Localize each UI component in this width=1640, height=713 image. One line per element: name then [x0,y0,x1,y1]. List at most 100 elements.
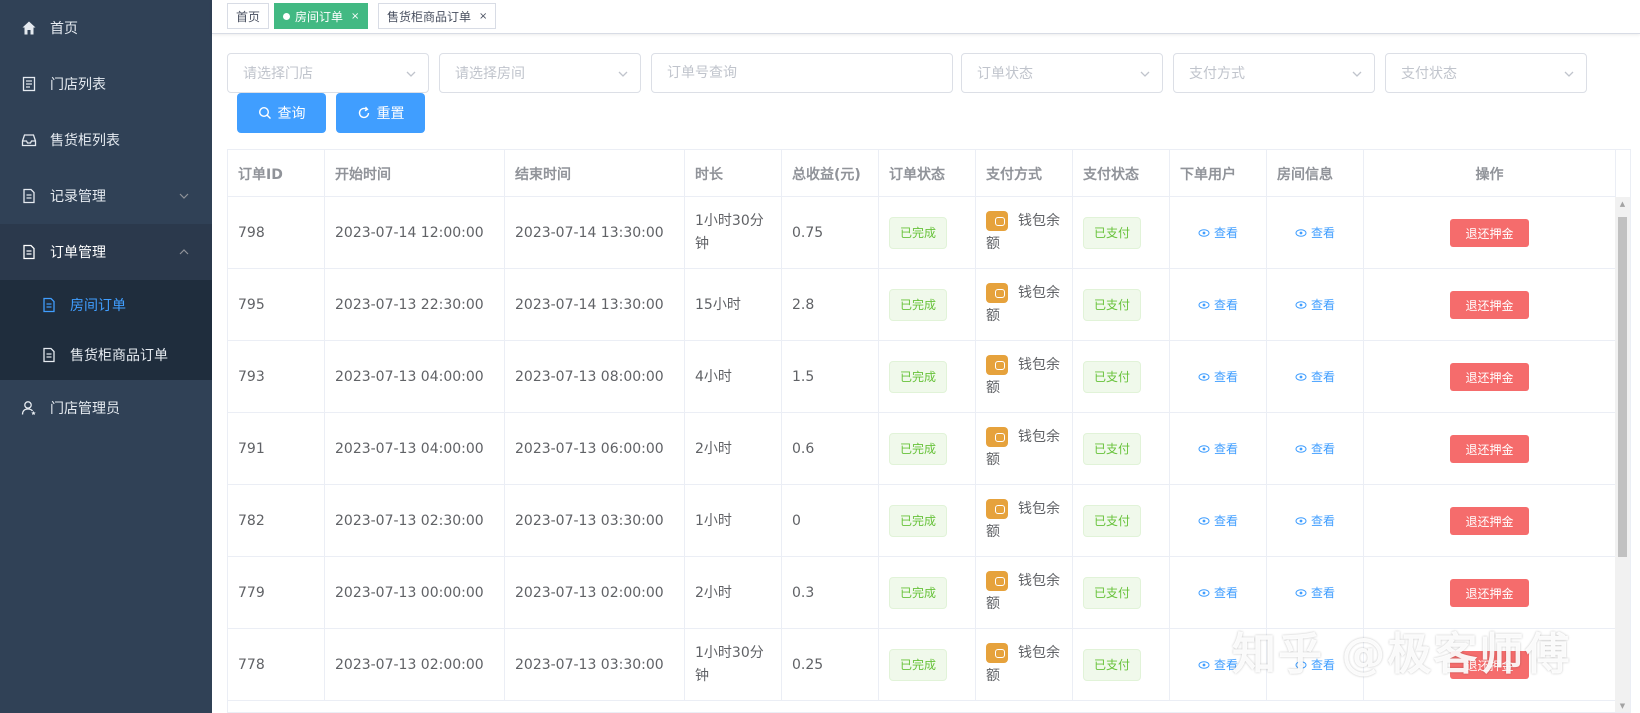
view-label: 查看 [1213,369,1238,384]
cell-order-id: 798 [228,197,325,269]
tag-label: 房间订单 [295,9,344,24]
cell-duration: 4小时 [685,341,782,413]
tag-home[interactable]: 首页 [227,3,270,29]
refund-deposit-button[interactable]: 退还押金 [1450,363,1529,391]
sidebar-item-home[interactable]: 首页 [0,0,212,56]
pay-method: 钱包余额 [986,498,1062,544]
cell-revenue: 0.25 [782,629,879,701]
status-badge: 已完成 [889,505,948,537]
pay-method: 钱包余额 [986,282,1062,328]
view-room-link[interactable]: 查看 [1295,438,1335,461]
view-room-link[interactable]: 查看 [1295,582,1335,605]
view-user-link[interactable]: 查看 [1198,366,1238,389]
pay-method: 钱包余额 [986,642,1062,688]
view-user-link[interactable]: 查看 [1198,654,1238,677]
refund-deposit-button[interactable]: 退还押金 [1450,435,1529,463]
refund-deposit-button[interactable]: 退还押金 [1450,219,1529,247]
scrollbar-thumb[interactable] [1618,217,1627,557]
status-badge: 已完成 [889,577,948,609]
status-badge: 已完成 [889,649,948,681]
header-pay-method: 支付方式 [976,150,1073,197]
view-label: 查看 [1213,585,1238,600]
table-row: 795 2023-07-13 22:30:00 2023-07-14 13:30… [228,269,1616,341]
eye-icon [1198,373,1210,381]
sidebar-item-store-list[interactable]: 门店列表 [0,56,212,112]
wallet-icon [986,499,1008,519]
pay-method: 钱包余额 [986,570,1062,616]
chevron-down-icon [618,71,628,77]
search-button[interactable]: 查询 [237,93,326,133]
pay-method: 钱包余额 [986,426,1062,472]
refund-deposit-button[interactable]: 退还押金 [1450,507,1529,535]
table-row: 778 2023-07-13 02:00:00 2023-07-13 03:30… [228,629,1616,701]
document-icon [20,187,38,205]
view-room-link[interactable]: 查看 [1295,510,1335,533]
tag-cabinet-orders[interactable]: 售货柜商品订单 × [378,3,497,29]
cell-revenue: 0.3 [782,557,879,629]
view-user-link[interactable]: 查看 [1198,294,1238,317]
wallet-icon [986,643,1008,663]
header-room-info: 房间信息 [1267,150,1364,197]
view-label: 查看 [1213,441,1238,456]
sidebar-item-cabinet-orders[interactable]: 售货柜商品订单 [0,330,212,380]
order-status-select[interactable]: 订单状态 [961,53,1163,93]
refund-deposit-button[interactable]: 退还押金 [1450,579,1529,607]
refund-deposit-button[interactable]: 退还押金 [1450,651,1529,679]
order-status-placeholder: 订单状态 [977,66,1033,82]
cell-end-time: 2023-07-13 06:00:00 [505,413,685,485]
view-user-link[interactable]: 查看 [1198,582,1238,605]
sidebar-item-cabinet-list[interactable]: 售货柜列表 [0,112,212,168]
eye-icon [1198,517,1210,525]
view-user-link[interactable]: 查看 [1198,222,1238,245]
view-room-link[interactable]: 查看 [1295,222,1335,245]
pay-status-badge: 已支付 [1083,217,1142,249]
cell-order-id: 791 [228,413,325,485]
view-room-link[interactable]: 查看 [1295,294,1335,317]
view-label: 查看 [1213,657,1238,672]
view-room-link[interactable]: 查看 [1295,366,1335,389]
close-icon[interactable]: × [351,11,359,22]
scroll-down-icon[interactable]: ▼ [1618,702,1627,711]
cell-revenue: 0.6 [782,413,879,485]
sidebar-item-label: 门店列表 [50,77,106,93]
wallet-icon [986,355,1008,375]
pay-status-select[interactable]: 支付状态 [1385,53,1587,93]
pay-method-select[interactable]: 支付方式 [1173,53,1375,93]
sidebar-item-records[interactable]: 记录管理 [0,168,212,224]
pay-status-badge: 已支付 [1083,361,1142,393]
room-select[interactable]: 请选择房间 [439,53,641,93]
view-label: 查看 [1213,225,1238,240]
eye-icon [1295,589,1307,597]
cell-order-id: 795 [228,269,325,341]
status-badge: 已完成 [889,361,948,393]
cell-duration: 1小时 [685,485,782,557]
cell-revenue: 0.75 [782,197,879,269]
tag-room-orders[interactable]: 房间订单 × [274,3,369,29]
view-user-link[interactable]: 查看 [1198,510,1238,533]
order-number-input[interactable] [651,53,953,93]
sidebar-item-orders[interactable]: 订单管理 [0,224,212,280]
search-icon [258,106,271,119]
view-user-link[interactable]: 查看 [1198,438,1238,461]
eye-icon [1198,445,1210,453]
pay-status-badge: 已支付 [1083,433,1142,465]
refund-deposit-button[interactable]: 退还押金 [1450,291,1529,319]
home-icon [20,19,38,37]
view-room-link[interactable]: 查看 [1295,654,1335,677]
reset-button[interactable]: 重置 [336,93,425,133]
sidebar-item-room-orders[interactable]: 房间订单 [0,280,212,330]
sidebar-item-store-admins[interactable]: 门店管理员 [0,380,212,436]
close-icon[interactable]: × [479,11,487,22]
cell-end-time: 2023-07-13 03:30:00 [505,485,685,557]
room-select-placeholder: 请选择房间 [455,66,525,82]
store-select[interactable]: 请选择门店 [227,53,429,93]
cell-duration: 1小时30分钟 [685,197,782,269]
orders-submenu: 房间订单 售货柜商品订单 [0,280,212,380]
scroll-up-icon[interactable]: ▲ [1618,200,1627,209]
cell-order-id: 778 [228,629,325,701]
user-icon [20,399,38,417]
cell-start-time: 2023-07-13 04:00:00 [325,341,505,413]
table-scrollbar[interactable]: ▲ ▼ [1615,197,1630,712]
view-label: 查看 [1213,513,1238,528]
view-label: 查看 [1310,369,1335,384]
